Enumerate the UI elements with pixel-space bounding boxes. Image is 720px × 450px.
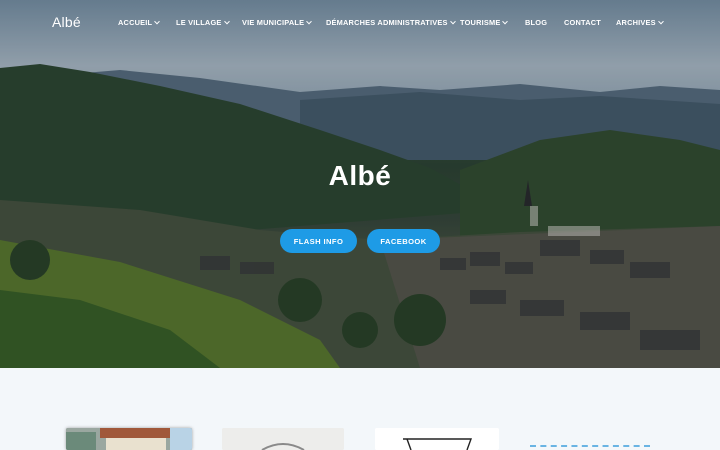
card-image-emblem[interactable] [222,428,344,450]
nav-item-label: LE VILLAGE [176,18,222,27]
nav-item-label: ACCUEIL [118,18,153,27]
card-image-outline[interactable] [375,428,499,450]
nav-item-tourisme[interactable]: TOURISME [460,18,509,27]
facebook-button[interactable]: FACEBOOK [367,229,440,253]
top-navigation-bar: Albé ACCUEIL LE VILLAGE VIE MUNICIPALE D… [0,0,720,46]
nav-item-label: ARCHIVES [616,18,656,27]
nav-item-label: TOURISME [460,18,501,27]
emblem-thumbnail [222,428,344,450]
chevron-down-icon [154,18,161,24]
chevron-down-icon [502,18,509,24]
hero-title: Albé [328,160,392,191]
card-image-village[interactable] [66,428,192,450]
nav-item-le-village[interactable]: LE VILLAGE [176,18,230,27]
chevron-down-icon [657,18,664,24]
flash-info-button[interactable]: FLASH INFO [280,229,357,253]
chevron-down-icon [223,18,230,24]
section-heading-link[interactable] [530,445,650,450]
nav-item-blog[interactable]: BLOG [525,18,547,27]
site-logo[interactable]: Albé [52,14,81,30]
nav-item-contact[interactable]: CONTACT [564,18,601,27]
nav-item-accueil[interactable]: ACCUEIL [118,18,161,27]
outline-thumbnail [375,428,499,450]
chevron-down-icon [306,18,313,24]
nav-item-label: VIE MUNICIPALE [242,18,305,27]
nav-item-demarches-administratives[interactable]: DÉMARCHES ADMINISTRATIVES [326,18,456,27]
nav-item-label: BLOG [525,18,548,27]
nav-item-archives[interactable]: ARCHIVES [616,18,664,27]
village-photo-thumbnail [66,428,192,450]
nav-item-vie-municipale[interactable]: VIE MUNICIPALE [242,18,313,27]
chevron-down-icon [449,18,456,24]
nav-item-label: DÉMARCHES ADMINISTRATIVES [326,18,448,27]
nav-item-label: CONTACT [564,18,601,27]
